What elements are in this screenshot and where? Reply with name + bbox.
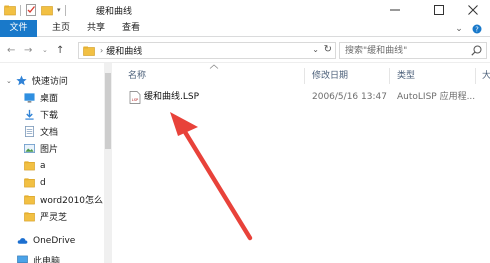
tab-view[interactable]: 查看 bbox=[119, 20, 143, 37]
chevron-down-icon: ⌄ bbox=[455, 23, 463, 34]
sidebar-item-label: a bbox=[40, 160, 46, 171]
column-divider[interactable] bbox=[389, 68, 390, 84]
quick-access-toolbar: ▾ bbox=[4, 4, 66, 16]
folder-icon bbox=[24, 161, 35, 171]
file-modified-date: 2006/5/16 13:47 bbox=[312, 92, 387, 102]
properties-icon[interactable] bbox=[25, 4, 37, 16]
sidebar-item-label: 桌面 bbox=[40, 94, 59, 104]
navigation-pane: ⌄ 快速访问 桌面 📌︎ 下载 📌︎ 文档 📌︎ 图片 📌︎ a d word2… bbox=[0, 63, 122, 263]
svg-text:?: ? bbox=[475, 25, 479, 33]
svg-text:LSP: LSP bbox=[132, 98, 139, 102]
sidebar-item-label: word2010怎么 bbox=[40, 196, 104, 206]
folder-icon bbox=[24, 178, 35, 188]
toolbar-separator bbox=[20, 4, 21, 16]
expand-arrow-icon[interactable]: ⌄ bbox=[6, 77, 12, 85]
navigation-bar: ← → ⌄ ↑ › 缓和曲线 ⌄ ↻ bbox=[0, 37, 490, 63]
search-icon[interactable] bbox=[471, 45, 482, 56]
column-divider[interactable] bbox=[304, 68, 305, 84]
address-bar[interactable]: › 缓和曲线 ⌄ ↻ bbox=[78, 42, 336, 59]
forward-button[interactable]: → bbox=[24, 43, 32, 57]
table-row[interactable]: LSP 缓和曲线.LSP 2006/5/16 13:47 AutoLISP 应用… bbox=[122, 89, 490, 106]
tab-home[interactable]: 主页 bbox=[49, 20, 73, 37]
sidebar-item-label: OneDrive bbox=[33, 235, 76, 246]
new-folder-icon[interactable] bbox=[41, 4, 53, 16]
search-box bbox=[339, 42, 487, 59]
file-type: AutoLISP 应用程... bbox=[397, 92, 476, 102]
app-folder-icon bbox=[4, 5, 16, 16]
chevron-down-icon[interactable]: ⌄ bbox=[312, 45, 319, 54]
lisp-file-icon: LSP bbox=[129, 91, 141, 104]
cloud-icon bbox=[17, 238, 28, 244]
recent-locations-button[interactable]: ⌄ bbox=[42, 43, 48, 57]
sidebar-item-label: 下载 bbox=[40, 111, 59, 121]
chevron-down-icon: ⌄ bbox=[42, 46, 48, 54]
minimize-icon bbox=[390, 9, 400, 11]
folder-icon bbox=[24, 195, 35, 205]
sidebar-item-label: 此电脑 bbox=[33, 257, 61, 263]
close-icon bbox=[468, 5, 478, 15]
refresh-icon[interactable]: ↻ bbox=[324, 44, 332, 55]
arrow-right-icon: → bbox=[24, 44, 33, 56]
close-button[interactable] bbox=[456, 0, 490, 20]
help-icon: ? bbox=[472, 24, 482, 33]
document-icon bbox=[25, 126, 34, 137]
ribbon-tabs: 文件 主页 共享 查看 ⌄ ? bbox=[0, 20, 490, 37]
minimize-button[interactable] bbox=[378, 0, 412, 20]
sort-up-icon bbox=[209, 64, 219, 69]
toolbar-separator bbox=[64, 4, 66, 16]
tab-share[interactable]: 共享 bbox=[84, 20, 108, 37]
search-input[interactable] bbox=[340, 43, 468, 58]
download-icon bbox=[25, 109, 34, 120]
file-name: 缓和曲线.LSP bbox=[144, 92, 200, 102]
desktop-icon bbox=[24, 93, 35, 103]
column-header-date[interactable]: 修改日期 bbox=[312, 68, 348, 84]
help-button[interactable]: ? bbox=[470, 22, 484, 35]
sidebar-item-label: 严灵芝 bbox=[40, 213, 68, 223]
breadcrumb[interactable]: 缓和曲线 bbox=[106, 44, 142, 57]
sidebar-item-label: 图片 bbox=[40, 145, 59, 155]
column-header-size[interactable]: 大 bbox=[482, 68, 490, 84]
maximize-icon bbox=[434, 5, 444, 15]
sidebar-item-quick-access[interactable]: ⌄ 快速访问 bbox=[6, 72, 110, 89]
window-title: 缓和曲线 bbox=[96, 7, 133, 17]
file-list: 名称 修改日期 类型 大 LSP 缓和曲线.LSP 2006/5/16 13:4… bbox=[112, 63, 490, 263]
folder-icon bbox=[83, 46, 95, 56]
column-header-type[interactable]: 类型 bbox=[397, 68, 415, 84]
expand-ribbon-button[interactable]: ⌄ bbox=[452, 22, 466, 35]
chevron-right-icon: › bbox=[100, 46, 104, 55]
arrow-left-icon: ← bbox=[7, 44, 16, 56]
scrollbar-thumb[interactable] bbox=[105, 73, 111, 149]
up-button[interactable]: ↑ bbox=[56, 43, 64, 57]
tab-file[interactable]: 文件 bbox=[0, 20, 37, 37]
back-button[interactable]: ← bbox=[7, 43, 15, 57]
sidebar-scrollbar[interactable] bbox=[104, 63, 112, 263]
column-header-name[interactable]: 名称 bbox=[128, 68, 146, 84]
maximize-button[interactable] bbox=[422, 0, 456, 20]
computer-icon bbox=[17, 255, 28, 263]
sidebar-item-label: d bbox=[40, 177, 46, 188]
arrow-up-icon: ↑ bbox=[56, 44, 65, 56]
title-bar: ▾ 缓和曲线 bbox=[0, 0, 490, 20]
column-divider[interactable] bbox=[475, 68, 476, 84]
folder-icon bbox=[24, 212, 35, 222]
sidebar-item-label: 快速访问 bbox=[31, 77, 68, 87]
sidebar-item-folder-word2010[interactable]: word2010怎么 bbox=[24, 191, 104, 208]
picture-icon bbox=[24, 144, 35, 153]
sidebar-item-label: 文档 bbox=[40, 128, 59, 138]
qat-dropdown-icon[interactable]: ▾ bbox=[57, 6, 61, 14]
star-icon bbox=[16, 75, 27, 86]
